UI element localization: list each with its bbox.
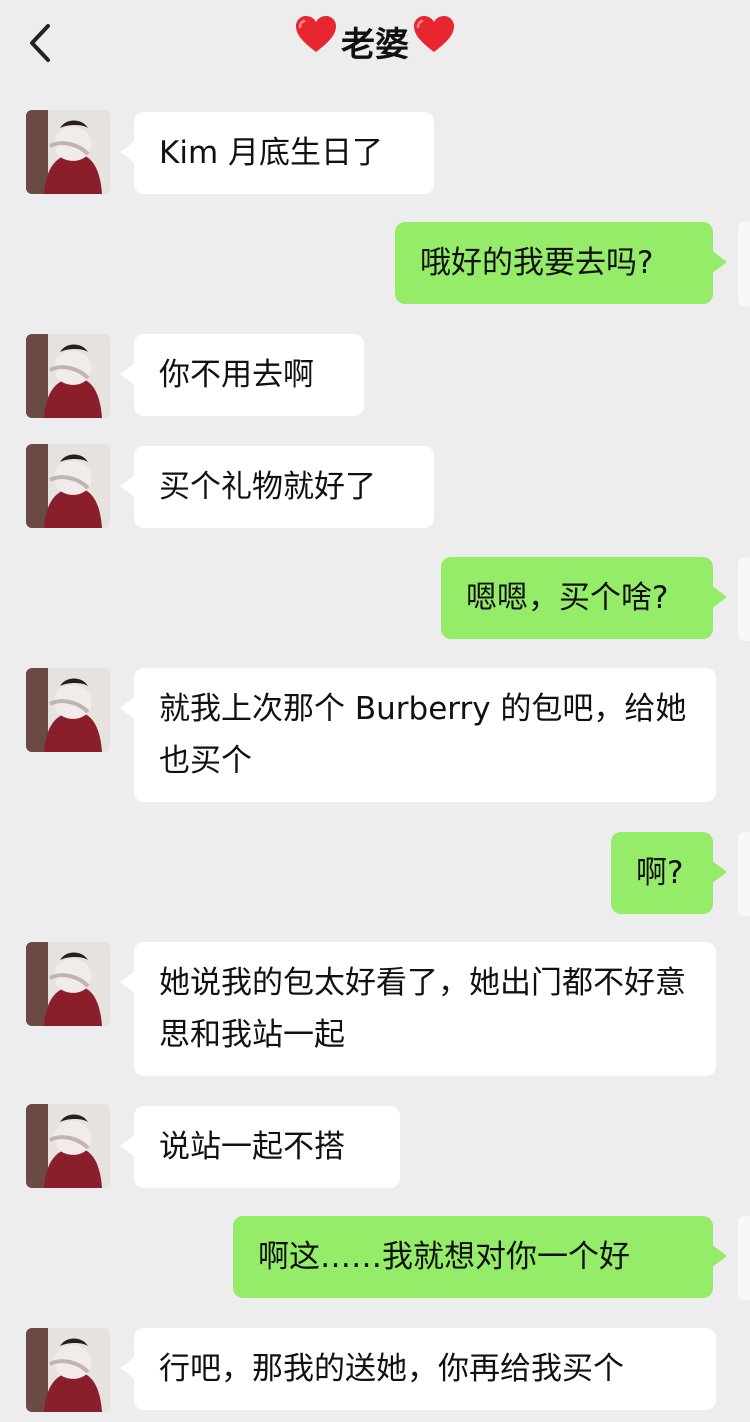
message-bubble-outgoing[interactable]: 啊这……我就想对你一个好 [233,1216,727,1298]
message-bubble-outgoing[interactable]: 啊? [611,832,727,914]
message-bubble-incoming[interactable]: 她说我的包太好看了，她出门都不好意思和我站一起 [120,942,716,1076]
self-avatar[interactable] [738,1216,750,1300]
avatar[interactable] [26,444,110,528]
message-bubble-incoming[interactable]: 说站一起不搭 [120,1106,400,1188]
message-bubble-incoming[interactable]: Kim 月底生日了 [120,112,434,194]
message-bubble-incoming[interactable]: 就我上次那个 Burberry 的包吧，给她也买个 [120,668,716,802]
red-heart-icon [413,15,455,69]
avatar[interactable] [26,110,110,194]
avatar[interactable] [26,334,110,418]
message-bubble-outgoing[interactable]: 哦好的我要去吗? [395,222,727,304]
contact-name: 老婆 [341,24,409,65]
avatar[interactable] [26,1104,110,1188]
message-bubble-outgoing[interactable]: 嗯嗯，买个啥? [441,557,727,639]
message-bubble-incoming[interactable]: 你不用去啊 [120,334,364,416]
avatar[interactable] [26,942,110,1026]
self-avatar[interactable] [738,557,750,641]
chat-title: 老婆 [0,15,750,70]
chat-header: 老婆 [0,0,750,88]
avatar[interactable] [26,668,110,752]
message-bubble-incoming[interactable]: 买个礼物就好了 [120,446,434,528]
self-avatar[interactable] [738,222,750,306]
red-heart-icon [295,15,337,69]
self-avatar[interactable] [738,832,750,916]
message-bubble-incoming[interactable]: 行吧，那我的送她，你再给我买个 [120,1328,716,1410]
avatar[interactable] [26,1328,110,1412]
